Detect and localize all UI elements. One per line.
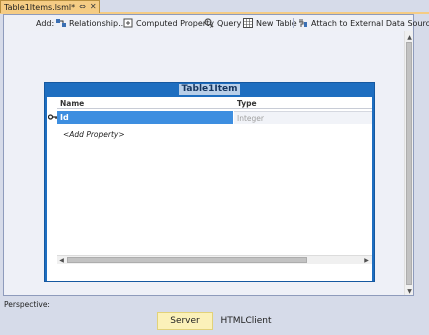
add-new-table-button[interactable]: New Table <box>243 15 297 31</box>
perspective-bar: Server HTMLClient <box>0 310 429 335</box>
document-tab-title: Table1Items.lsml* <box>4 2 76 12</box>
computed-property-label: Computed Property <box>136 18 214 28</box>
perspective-htmlclient-button[interactable]: HTMLClient <box>216 312 276 330</box>
pin-icon[interactable]: ⇔ <box>79 3 86 11</box>
add-query-button[interactable]: Query <box>204 15 241 31</box>
new-table-label: New Table <box>256 18 297 28</box>
scroll-thumb[interactable] <box>406 42 412 285</box>
computed-property-icon <box>123 18 133 28</box>
entity-title[interactable]: Table1Item <box>179 84 240 95</box>
designer-toolbar: Add: Relationship... Computed Property Q… <box>4 15 429 31</box>
header-divider <box>57 108 372 109</box>
table-row-id-name-cell[interactable] <box>57 111 233 124</box>
scroll-up-icon[interactable]: ▲ <box>405 33 414 41</box>
entity-property-grid: Name Type Id Integer <Add Property> ◀ ▶ <box>47 97 372 281</box>
add-relationship-button[interactable]: Relationship... <box>56 15 126 31</box>
designer-canvas: Table1Item Name Type Id Integer <Add Pro… <box>4 31 413 295</box>
close-icon[interactable]: ✕ <box>90 3 97 11</box>
entity-table1item[interactable]: Table1Item Name Type Id Integer <Add Pro… <box>44 82 375 282</box>
query-icon <box>204 18 214 28</box>
scroll-thumb[interactable] <box>67 257 307 263</box>
property-name-id: Id <box>60 113 69 122</box>
perspective-server-button[interactable]: Server <box>157 312 213 330</box>
attach-external-data-source-button[interactable]: Attach to External Data Source... <box>298 15 429 31</box>
new-table-icon <box>243 18 253 28</box>
scroll-right-icon[interactable]: ▶ <box>362 256 371 264</box>
scroll-left-icon[interactable]: ◀ <box>57 256 66 264</box>
toolbar-separator <box>293 18 294 28</box>
add-computed-property-button[interactable]: Computed Property <box>123 15 214 31</box>
attach-label: Attach to External Data Source... <box>311 18 429 28</box>
attach-data-source-icon <box>299 19 307 27</box>
entity-title-bar: Table1Item <box>45 83 374 96</box>
property-type-integer: Integer <box>237 114 264 123</box>
designer-vertical-scrollbar[interactable]: ▲ ▼ <box>404 31 413 295</box>
query-label: Query <box>217 18 242 28</box>
perspective-label: Perspective: <box>4 300 50 309</box>
relationship-label: Relationship... <box>69 18 126 28</box>
entity-designer: Add: Relationship... Computed Property Q… <box>3 14 429 296</box>
add-property-link[interactable]: <Add Property> <box>63 130 125 139</box>
relationship-icon <box>56 19 66 27</box>
scroll-down-icon[interactable]: ▼ <box>405 287 414 295</box>
entity-horizontal-scrollbar[interactable]: ◀ ▶ <box>57 255 372 264</box>
column-header-type: Type <box>237 99 257 108</box>
document-tab[interactable]: Table1Items.lsml* ⇔ ✕ <box>0 0 100 13</box>
add-label: Add: <box>36 18 55 28</box>
column-header-name: Name <box>60 99 85 108</box>
